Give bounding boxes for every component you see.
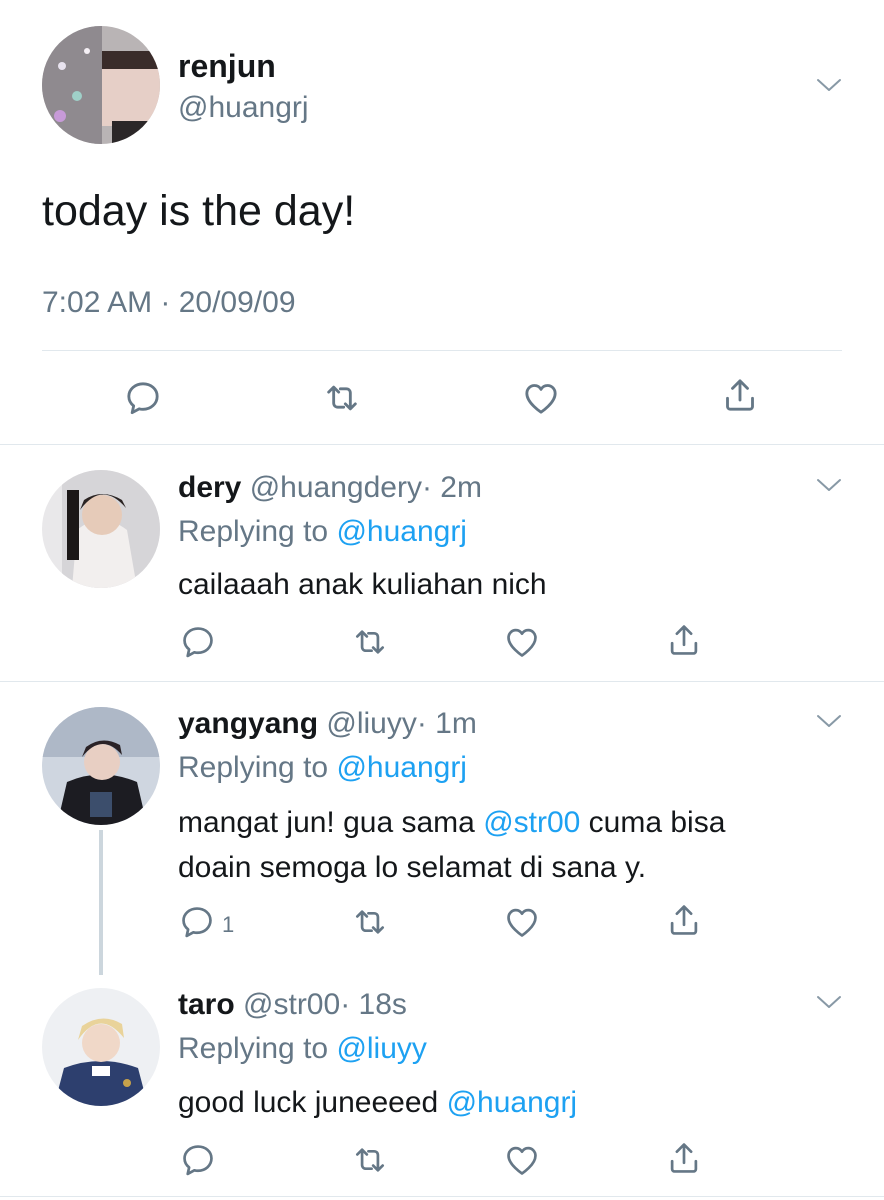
- share-icon: [665, 901, 703, 939]
- reply-header: taro @str00· 18s: [178, 987, 407, 1023]
- mention-link[interactable]: @str00: [483, 806, 580, 839]
- share-icon: [665, 1139, 703, 1177]
- reply-icon: [179, 1141, 217, 1179]
- reply-button[interactable]: 1: [178, 902, 248, 942]
- reply-text: good luck juneeeed @huangrj: [178, 1086, 578, 1119]
- like-icon: [503, 1141, 541, 1179]
- mention-link[interactable]: @huangrj: [447, 1086, 578, 1119]
- reply-time: · 18s: [340, 988, 407, 1021]
- divider: [0, 1196, 884, 1197]
- author-handle[interactable]: @liuyy: [326, 707, 416, 740]
- like-button[interactable]: [502, 622, 542, 662]
- reply-button[interactable]: [123, 378, 163, 418]
- author-handle[interactable]: @huangrj: [178, 90, 309, 126]
- tweet-text: today is the day!: [42, 187, 356, 235]
- share-button[interactable]: [664, 1138, 704, 1178]
- reply-text: cailaaah anak kuliahan nich: [178, 568, 547, 601]
- avatar[interactable]: [42, 26, 160, 144]
- mention-link[interactable]: @huangrj: [336, 515, 467, 548]
- retweet-icon: [351, 1141, 389, 1179]
- author-name[interactable]: dery: [178, 471, 241, 504]
- reply-time: · 2m: [421, 471, 482, 504]
- share-button[interactable]: [664, 900, 704, 940]
- retweet-button[interactable]: [350, 1140, 390, 1180]
- reply-header: dery @huangdery· 2m: [178, 470, 482, 506]
- thread-line: [99, 830, 103, 975]
- tweet-timestamp: 7:02 AM · 20/09/09: [42, 286, 296, 319]
- share-button[interactable]: [664, 620, 704, 660]
- like-button[interactable]: [502, 1140, 542, 1180]
- author-handle[interactable]: @str00: [243, 988, 340, 1021]
- divider: [0, 444, 884, 445]
- like-icon: [503, 903, 541, 941]
- like-button[interactable]: [521, 378, 561, 418]
- author-name[interactable]: yangyang: [178, 707, 318, 740]
- reply-time: · 1m: [416, 707, 477, 740]
- divider: [0, 681, 884, 682]
- reply-text: mangat jun! gua sama @str00 cuma bisa: [178, 806, 726, 839]
- mention-link[interactable]: @huangrj: [336, 751, 467, 784]
- replying-to: Replying to @huangrj: [178, 751, 467, 784]
- author-name[interactable]: renjun: [178, 48, 276, 84]
- like-icon: [521, 378, 561, 418]
- chevron-down-icon[interactable]: [816, 477, 842, 493]
- like-icon: [503, 623, 541, 661]
- like-button[interactable]: [502, 902, 542, 942]
- chevron-down-icon[interactable]: [816, 713, 842, 729]
- share-icon: [665, 621, 703, 659]
- chevron-down-icon[interactable]: [816, 77, 842, 93]
- author-name[interactable]: taro: [178, 988, 235, 1021]
- divider: [42, 350, 842, 351]
- avatar[interactable]: [42, 707, 160, 825]
- reply-icon: [179, 623, 217, 661]
- reply-button[interactable]: [178, 622, 218, 662]
- retweet-icon: [351, 903, 389, 941]
- share-icon: [720, 375, 760, 415]
- chevron-down-icon[interactable]: [816, 994, 842, 1010]
- retweet-icon: [351, 623, 389, 661]
- replying-to: Replying to @huangrj: [178, 515, 467, 548]
- retweet-button[interactable]: [322, 378, 362, 418]
- share-button[interactable]: [720, 375, 760, 415]
- reply-header: yangyang @liuyy· 1m: [178, 706, 477, 742]
- mention-link[interactable]: @liuyy: [336, 1032, 426, 1065]
- reply-icon: [123, 378, 163, 418]
- replying-to: Replying to @liuyy: [178, 1032, 427, 1065]
- retweet-button[interactable]: [350, 902, 390, 942]
- reply-text-line2: doain semoga lo selamat di sana y.: [178, 851, 647, 884]
- retweet-icon: [322, 378, 362, 418]
- avatar[interactable]: [42, 988, 160, 1106]
- avatar[interactable]: [42, 470, 160, 588]
- reply-count: 1: [222, 912, 235, 937]
- reply-button[interactable]: [178, 1140, 218, 1180]
- reply-icon: [178, 903, 216, 941]
- retweet-button[interactable]: [350, 622, 390, 662]
- author-handle[interactable]: @huangdery: [250, 471, 422, 504]
